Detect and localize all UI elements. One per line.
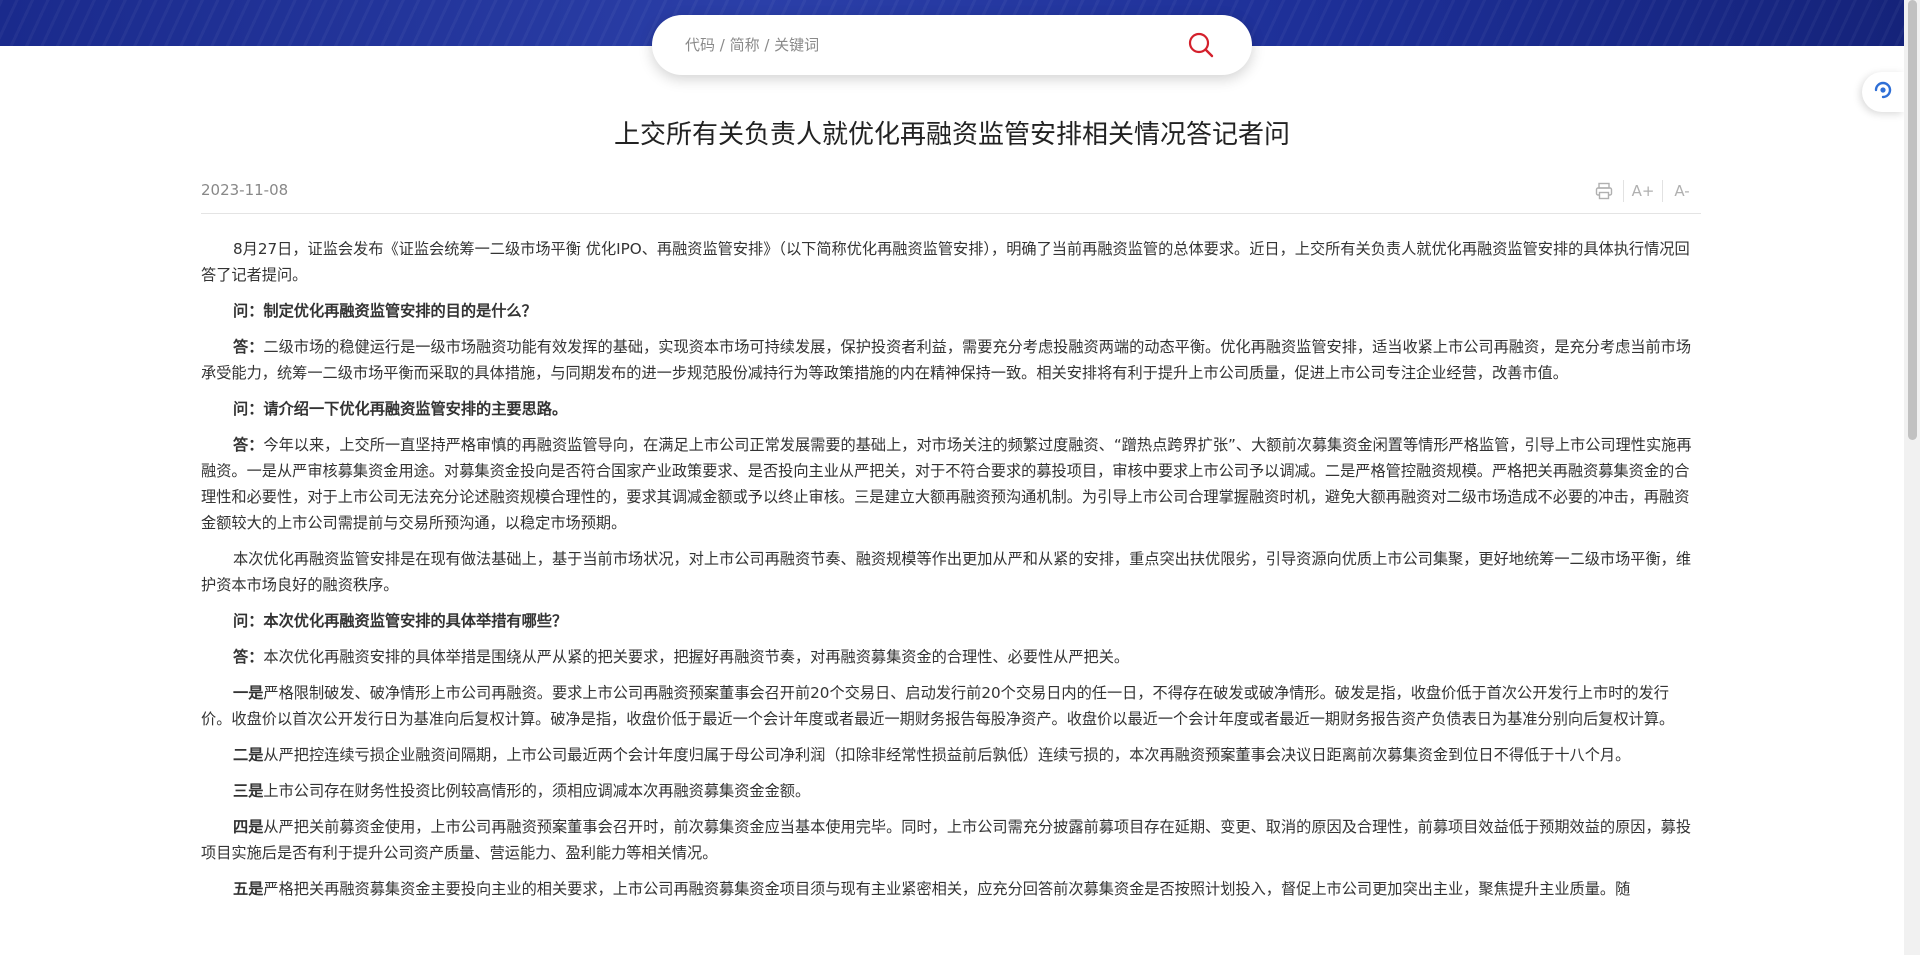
search-box[interactable] <box>652 15 1252 75</box>
measure-item: 四是从严把关前募资金使用，上市公司再融资预案董事会召开时，前次募集资金应当基本使… <box>201 814 1696 866</box>
measure-item: 二是从严把控连续亏损企业融资间隔期，上市公司最近两个会计年度归属于母公司净利润（… <box>201 742 1696 768</box>
print-icon[interactable] <box>1585 177 1623 205</box>
scrollbar-thumb[interactable] <box>1908 0 1917 440</box>
article-title: 上交所有关负责人就优化再融资监管安排相关情况答记者问 <box>613 120 1290 150</box>
answer-lead: 答： <box>233 338 264 356</box>
measure-text: 严格限制破发、破净情形上市公司再融资。要求上市公司再融资预案董事会召开前20个交… <box>201 684 1675 728</box>
article-body: 8月27日，证监会发布《证监会统筹一二级市场平衡 优化IPO、再融资监管安排》（… <box>201 236 1696 912</box>
page: 上交所有关负责人就优化再融资监管安排相关情况答记者问 2023-11-08 A+… <box>0 0 1920 955</box>
article-meta: 2023-11-08 A+ A- <box>201 173 1701 214</box>
answer-text: 今年以来，上交所一直坚持严格审慎的再融资监管导向，在满足上市公司正常发展需要的基… <box>201 436 1692 532</box>
measure-text: 严格把关再融资募集资金主要投向主业的相关要求，上市公司再融资募集资金项目须与现有… <box>263 880 1631 898</box>
publish-date: 2023-11-08 <box>201 181 289 199</box>
answer: 答：本次优化再融资安排的具体举措是围绕从严从紧的把关要求，把握好再融资节奏，对再… <box>201 644 1696 670</box>
measure-text: 从严把关前募资金使用，上市公司再融资预案董事会召开时，前次募集资金应当基本使用完… <box>201 818 1691 862</box>
measure-lead: 五是 <box>233 880 264 898</box>
answer-lead: 答： <box>233 648 264 666</box>
measure-item: 一是严格限制破发、破净情形上市公司再融资。要求上市公司再融资预案董事会召开前20… <box>201 680 1696 732</box>
measure-lead: 二是 <box>233 746 264 764</box>
measure-lead: 三是 <box>233 782 264 800</box>
question: 问：本次优化再融资监管安排的具体举措有哪些？ <box>233 612 568 630</box>
measure-text: 从严把控连续亏损企业融资间隔期，上市公司最近两个会计年度归属于母公司净利润（扣除… <box>263 746 1631 764</box>
answer-lead: 答： <box>233 436 264 454</box>
page-scrollbar[interactable] <box>1904 0 1920 955</box>
font-increase-icon[interactable]: A+ <box>1624 177 1662 205</box>
measure-text: 上市公司存在财务性投资比例较高情形的，须相应调减本次再融资募集资金金额。 <box>263 782 811 800</box>
measure-item: 三是上市公司存在财务性投资比例较高情形的，须相应调减本次再融资募集资金金额。 <box>201 778 1696 804</box>
font-decrease-icon[interactable]: A- <box>1663 177 1701 205</box>
answer: 答：今年以来，上交所一直坚持严格审慎的再融资监管导向，在满足上市公司正常发展需要… <box>201 432 1696 536</box>
answer-text: 二级市场的稳健运行是一级市场融资功能有效发挥的基础，实现资本市场可持续发展，保护… <box>201 338 1691 382</box>
paragraph: 本次优化再融资监管安排是在现有做法基础上，基于当前市场状况，对上市公司再融资节奏… <box>201 550 1691 594</box>
paragraph: 8月27日，证监会发布《证监会统筹一二级市场平衡 优化IPO、再融资监管安排》（… <box>201 240 1690 284</box>
question: 问：请介绍一下优化再融资监管安排的主要思路。 <box>233 400 568 418</box>
answer-text: 本次优化再融资安排的具体举措是围绕从严从紧的把关要求，把握好再融资节奏，对再融资… <box>263 648 1130 666</box>
measure-item: 五是严格把关再融资募集资金主要投向主业的相关要求，上市公司再融资募集资金项目须与… <box>201 876 1696 902</box>
measure-lead: 四是 <box>233 818 264 836</box>
article-tools: A+ A- <box>1585 177 1701 205</box>
answer: 答：二级市场的稳健运行是一级市场融资功能有效发挥的基础，实现资本市场可持续发展，… <box>201 334 1696 386</box>
service-float-button[interactable] <box>1862 72 1904 112</box>
measure-lead: 一是 <box>233 684 264 702</box>
search-input[interactable] <box>683 35 1186 55</box>
service-icon <box>1872 79 1894 105</box>
question: 问：制定优化再融资监管安排的目的是什么？ <box>233 302 537 320</box>
search-icon[interactable] <box>1186 30 1216 60</box>
